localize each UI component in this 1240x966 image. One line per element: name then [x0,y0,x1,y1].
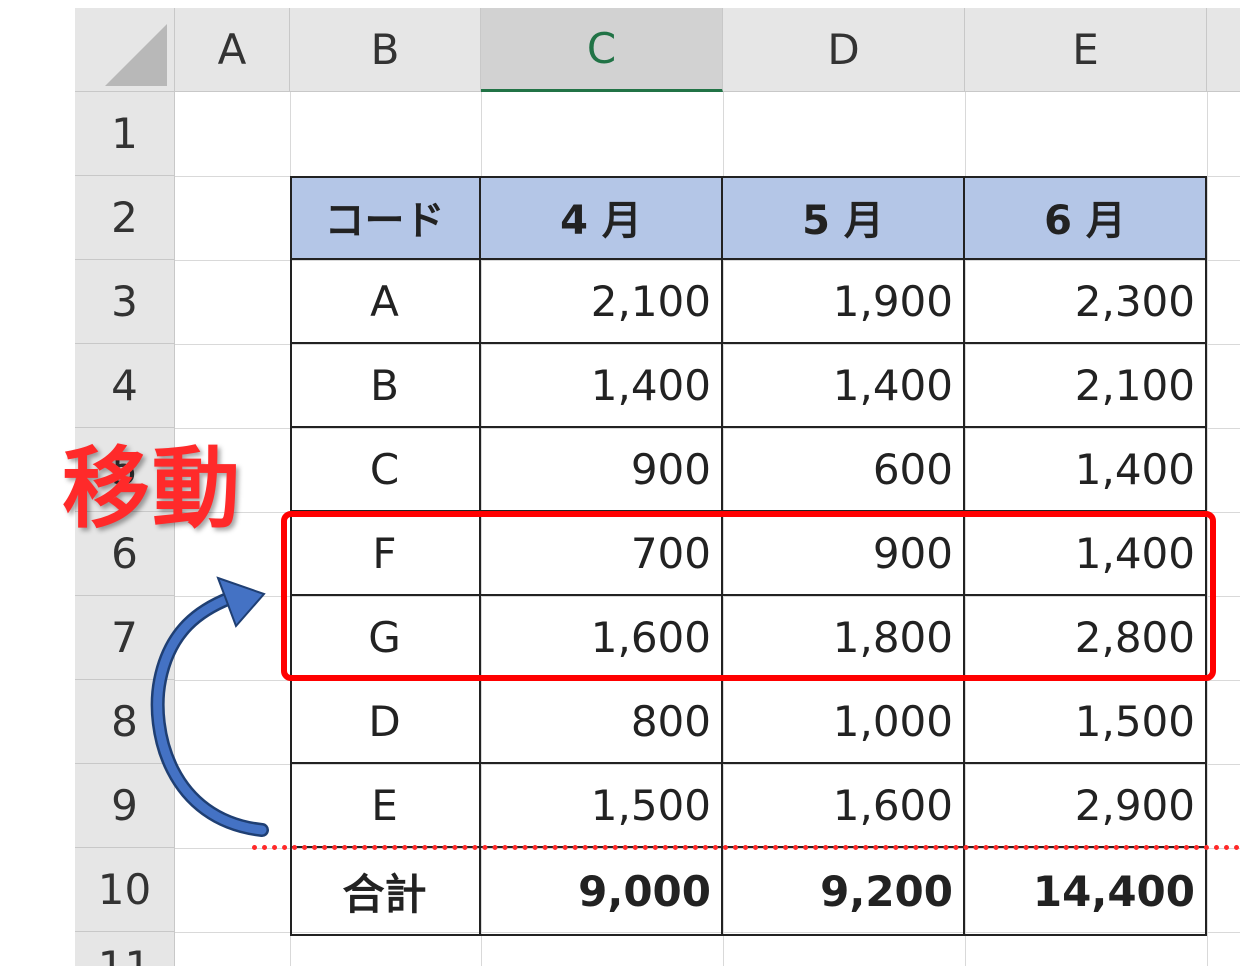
move-label: 移動 [62,437,243,540]
table-cell[interactable]: 800 [481,680,723,764]
select-all-triangle-icon [105,24,167,86]
total-label-cell[interactable]: 合計 [290,848,481,936]
total-cell-june[interactable]: 14,400 [965,848,1207,936]
row-header-2[interactable]: 2 [75,176,175,260]
column-header-f[interactable] [1207,8,1240,92]
table-cell[interactable]: 1,900 [723,260,965,344]
insert-position-dotted-line [252,845,1240,850]
table-cell[interactable]: 1,400 [723,344,965,428]
table-cell[interactable]: 1,000 [723,680,965,764]
table-cell-code[interactable]: F [290,512,481,596]
row-header-11[interactable]: 11 [75,932,175,966]
table-cell-code[interactable]: B [290,344,481,428]
table-cell[interactable]: 2,800 [965,596,1207,680]
table-cell[interactable]: 1,600 [723,764,965,848]
table-cell[interactable]: 2,100 [481,260,723,344]
table-cell[interactable]: 1,400 [481,344,723,428]
row-header-1[interactable]: 1 [75,92,175,176]
table-cell-code[interactable]: C [290,428,481,512]
header-cell-may[interactable]: 5 月 [723,176,965,260]
row-header-10[interactable]: 10 [75,848,175,932]
select-all-corner[interactable] [75,8,175,92]
total-cell-may[interactable]: 9,200 [723,848,965,936]
table-cell-code[interactable]: A [290,260,481,344]
column-header-e[interactable]: E [965,8,1207,92]
table-cell[interactable]: 700 [481,512,723,596]
header-cell-code[interactable]: コード [290,176,481,260]
table-cell-code[interactable]: D [290,680,481,764]
table-cell[interactable]: 1,500 [965,680,1207,764]
table-cell[interactable]: 1,400 [965,512,1207,596]
row-header-11-label: 11 [98,942,151,966]
header-cell-april[interactable]: 4 月 [481,176,723,260]
table-cell[interactable]: 1,400 [965,428,1207,512]
column-header-a[interactable]: A [175,8,290,92]
table-cell[interactable]: 2,900 [965,764,1207,848]
table-cell[interactable]: 2,100 [965,344,1207,428]
column-header-b[interactable]: B [290,8,481,92]
table-cell[interactable]: 900 [481,428,723,512]
table-cell-code[interactable]: E [290,764,481,848]
table-cell-code[interactable]: G [290,596,481,680]
row-header-4[interactable]: 4 [75,344,175,428]
header-cell-june[interactable]: 6 月 [965,176,1207,260]
table-cell[interactable]: 1,600 [481,596,723,680]
table-cell[interactable]: 900 [723,512,965,596]
gridline [1207,92,1208,966]
column-header-d[interactable]: D [723,8,965,92]
total-cell-april[interactable]: 9,000 [481,848,723,936]
table-cell[interactable]: 1,800 [723,596,965,680]
table-cell[interactable]: 2,300 [965,260,1207,344]
table-cell[interactable]: 600 [723,428,965,512]
move-arrow-icon [150,576,269,837]
column-header-c[interactable]: C [481,8,723,92]
table-cell[interactable]: 1,500 [481,764,723,848]
row-header-3[interactable]: 3 [75,260,175,344]
